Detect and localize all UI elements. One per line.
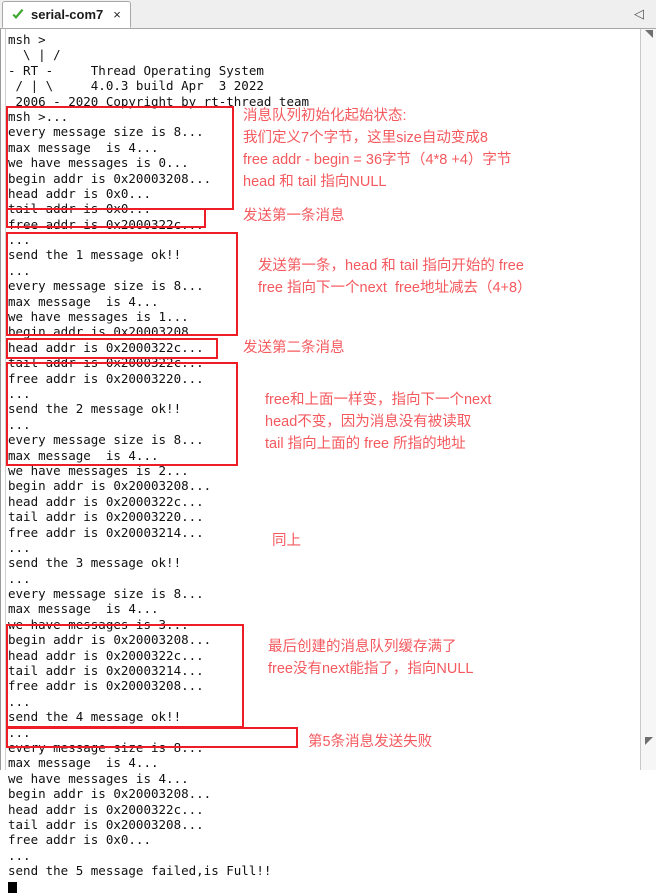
terminal-line: we have messages is 4... (8, 770, 189, 786)
note-buffer-full: 最后创建的消息队列缓存满了 free没有next能指了，指向NULL (268, 639, 474, 677)
terminal-left-rail (0, 29, 6, 770)
terminal-line: msh > (8, 32, 46, 47)
terminal-line: ... (8, 232, 31, 248)
note-first-head-tail: 发送第一条，head 和 tail 指向开始的 free free 指向下一个n… (258, 258, 532, 296)
terminal-line: ... (8, 570, 31, 586)
note-init-state: 消息队列初始化起始状态: 我们定义7个字节，这里size自动变成8 free a… (243, 108, 512, 190)
terminal-line: max message is 4... (8, 601, 159, 617)
tab-scroll-left-icon[interactable]: ◁ (632, 6, 646, 22)
terminal-line: send the 5 message failed,is Full!! (8, 863, 272, 879)
resize-grip-bottom-right-icon[interactable] (645, 737, 654, 746)
note-free-same: free和上面一样变，指向下一个next head不变，因为消息没有被读取 ta… (265, 392, 492, 452)
tab-serial-com7[interactable]: serial-com7 × (2, 1, 131, 28)
terminal-line: we have messages is 3... (8, 616, 189, 632)
tab-bar: serial-com7 × ◁ (0, 0, 656, 29)
terminal-line: we have messages is 1... (8, 309, 189, 325)
terminal-line: free addr is 0x20003220... (8, 370, 204, 386)
terminal-line: tail addr is 0x20003220... (8, 509, 204, 525)
note-send-fifth-failed: 第5条消息发送失败 (308, 734, 433, 750)
terminal-line: begin addr is 0x20003208... (8, 478, 212, 494)
terminal-line: send the 3 message ok!! (8, 555, 182, 571)
terminal-line: free addr is 0x0... (8, 832, 151, 848)
terminal-line: ... (8, 693, 31, 709)
terminal-line: we have messages is 2... (8, 462, 189, 478)
check-mark-icon (11, 8, 25, 22)
tab-label: serial-com7 (31, 7, 104, 22)
terminal-line: free addr is 0x20003208... (8, 678, 204, 694)
terminal-cursor (8, 882, 17, 893)
terminal-line: head addr is 0x2000322c... (8, 493, 204, 509)
terminal-line: ... (8, 539, 31, 555)
terminal-line: ... (8, 847, 31, 863)
terminal-line: tail addr is 0x20003208... (8, 816, 204, 832)
terminal-scrollbar[interactable] (640, 29, 656, 770)
terminal-line: head addr is 0x2000322c... (8, 801, 204, 817)
note-send-first: 发送第一条消息 (243, 208, 345, 224)
close-icon[interactable]: × (113, 7, 121, 22)
terminal-line: max message is 4... (8, 755, 159, 771)
terminal-line: begin addr is 0x20003208... (8, 786, 212, 802)
terminal-line: every message size is 8... (8, 586, 204, 602)
resize-grip-top-right-icon[interactable] (645, 30, 654, 39)
note-send-second: 发送第二条消息 (243, 340, 345, 356)
terminal-line: send the 4 message ok!! (8, 709, 182, 725)
terminal-line: / | \ 4.0.3 build Apr 3 2022 (8, 78, 264, 94)
terminal-line: \ | / (8, 47, 61, 63)
terminal-line: free addr is 0x20003214... (8, 524, 204, 540)
terminal-line: - RT - Thread Operating System (8, 62, 264, 78)
note-same-as-above: 同上 (272, 533, 301, 549)
